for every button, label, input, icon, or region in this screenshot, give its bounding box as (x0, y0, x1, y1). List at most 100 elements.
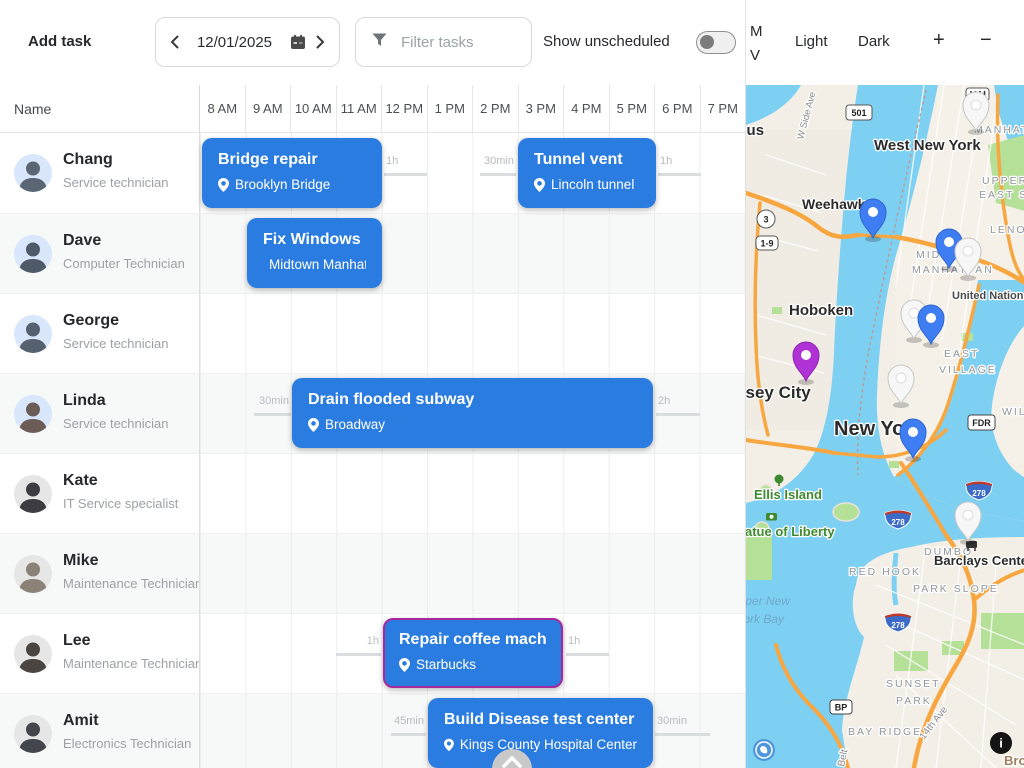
route-1-9-shield: 1-9 (755, 235, 779, 251)
toolbar-divider (745, 0, 746, 85)
chevron-left-icon[interactable] (170, 35, 179, 49)
svg-text:BP: BP (835, 703, 848, 713)
svg-text:Upper New: Upper New (746, 594, 791, 608)
time-tick: 8 AM (207, 101, 238, 116)
resource-name: Amit (63, 712, 99, 729)
mapbox-logo[interactable] (753, 739, 775, 761)
date-field[interactable]: 12/01/2025 (189, 34, 280, 51)
svg-text:PARK: PARK (896, 695, 932, 707)
event-tunnel-vent[interactable]: Tunnel vent Lincoln tunnel (518, 138, 656, 208)
svg-text:PARK SLOPE: PARK SLOPE (913, 583, 999, 595)
event-title: Tunnel vent (534, 151, 623, 168)
svg-text:278: 278 (972, 489, 986, 498)
resource-name: Dave (63, 232, 102, 249)
svg-text:York Bay: York Bay (746, 612, 785, 626)
bp-shield: BP (829, 699, 853, 715)
location-pin-icon (444, 738, 454, 751)
resource-row-lee[interactable]: Lee Maintenance Technician (0, 613, 745, 693)
resource-row-george[interactable]: George Service technician (0, 293, 745, 373)
map-panel[interactable]: Secaucus W Side Ave West New York Weehaw… (745, 85, 1024, 768)
calendar-icon[interactable] (290, 34, 306, 50)
show-unscheduled-toggle[interactable] (696, 31, 736, 54)
svg-text:Brooklyn: Brooklyn (1004, 753, 1024, 768)
avatar (14, 555, 52, 593)
zoom-in-button[interactable]: + (933, 29, 945, 52)
svg-text:Statue of Liberty: Statue of Liberty (746, 524, 835, 539)
time-tick: 3 PM (517, 85, 564, 132)
time-tick: 2 PM (472, 85, 518, 132)
event-title: Drain flooded subway (308, 391, 475, 408)
location-pin-icon (308, 417, 319, 432)
avatar (14, 154, 52, 192)
toolbar: Add task 12/01/2025 Show unscheduled M (0, 0, 1024, 85)
svg-text:VILLAGE: VILLAGE (939, 364, 997, 376)
svg-text:Barclays Center: Barclays Center (934, 553, 1024, 568)
avatar (14, 235, 52, 273)
avatar (14, 635, 52, 673)
resource-name: Kate (63, 472, 98, 489)
timeline-lane[interactable] (200, 294, 745, 373)
svg-text:RED HOOK: RED HOOK (849, 566, 921, 578)
location-pin-icon (399, 657, 410, 672)
svg-text:UPPER: UPPER (982, 175, 1024, 187)
route-501-shield: 501 (845, 104, 873, 121)
scheduler-body: Chang Service technician Dave Computer T… (0, 133, 745, 768)
avatar (14, 715, 52, 753)
event-drain-flooded-subway[interactable]: Drain flooded subway Broadway (292, 378, 653, 448)
resource-row-kate[interactable]: Kate IT Service specialist (0, 453, 745, 533)
time-tick: 11 AM (335, 85, 382, 132)
avatar (14, 315, 52, 353)
map-view-button-clipped[interactable]: M V (750, 20, 764, 68)
event-build-disease-test-center[interactable]: Build Disease test center Kings County H… (428, 698, 653, 768)
camera-icon (766, 513, 777, 521)
resource-role: Maintenance Technician (63, 656, 200, 671)
location-pin-icon (534, 177, 545, 192)
event-location: Brooklyn Bridge (235, 177, 331, 192)
timeline-lane[interactable] (200, 454, 745, 533)
time-tick: 1 PM (426, 85, 473, 132)
resource-role: IT Service specialist (63, 496, 179, 511)
resource-role: Service technician (63, 336, 169, 351)
event-location: Lincoln tunnel (551, 177, 635, 192)
svg-text:Jersey City: Jersey City (746, 383, 811, 402)
event-location: Kings County Hospital Center (459, 737, 637, 752)
time-tick: 6 PM (654, 85, 700, 132)
event-location: Starbucks (416, 657, 477, 672)
theme-dark-button[interactable]: Dark (858, 33, 890, 50)
event-title: Bridge repair (218, 151, 318, 168)
event-title: Build Disease test center (444, 711, 635, 728)
svg-text:United Nations: United Nations (952, 290, 1024, 302)
event-bridge-repair[interactable]: Bridge repair Brooklyn Bridge (202, 138, 382, 208)
zoom-out-button[interactable]: − (980, 29, 992, 52)
resource-row-mike[interactable]: Mike Maintenance Technician (0, 533, 745, 613)
svg-text:278: 278 (891, 518, 905, 527)
event-fix-windows[interactable]: Fix Windows Midtown Manhattan (247, 218, 382, 288)
map-attribution-info-icon[interactable]: i (990, 732, 1012, 754)
map-canvas[interactable]: Secaucus W Side Ave West New York Weehaw… (746, 85, 1024, 768)
filter-field[interactable] (355, 17, 532, 67)
chevron-right-icon[interactable] (316, 35, 325, 49)
avatar (14, 395, 52, 433)
time-tick: 12 PM (381, 85, 427, 132)
resource-role: Maintenance Technician (63, 576, 200, 591)
svg-text:WILLIAMSBURG: WILLIAMSBURG (1002, 406, 1024, 418)
event-location: Midtown Manhattan (269, 257, 366, 272)
filter-input[interactable] (399, 32, 513, 52)
fdr-shield: FDR (967, 414, 996, 431)
svg-text:EAST SIDE: EAST SIDE (979, 189, 1024, 201)
event-repair-coffee-machine[interactable]: Repair coffee machine Starbucks (383, 618, 563, 688)
resource-name: Mike (63, 552, 99, 569)
date-picker[interactable]: 12/01/2025 (155, 17, 340, 67)
timeline-lane[interactable] (200, 534, 745, 613)
theme-light-button[interactable]: Light (795, 33, 828, 50)
svg-text:EAST: EAST (944, 348, 979, 360)
svg-text:Ellis Island: Ellis Island (754, 487, 822, 502)
resource-name: George (63, 312, 120, 329)
svg-text:Secaucus: Secaucus (746, 122, 764, 139)
time-axis: 8 AM 9 AM 10 AM 11 AM 12 PM 1 PM 2 PM 3 … (200, 85, 745, 132)
svg-text:Hoboken: Hoboken (789, 302, 853, 319)
add-task-button[interactable]: Add task (28, 33, 91, 50)
location-pin-icon (218, 177, 229, 192)
time-tick: 7 PM (699, 85, 746, 132)
toggle-knob (700, 34, 714, 49)
